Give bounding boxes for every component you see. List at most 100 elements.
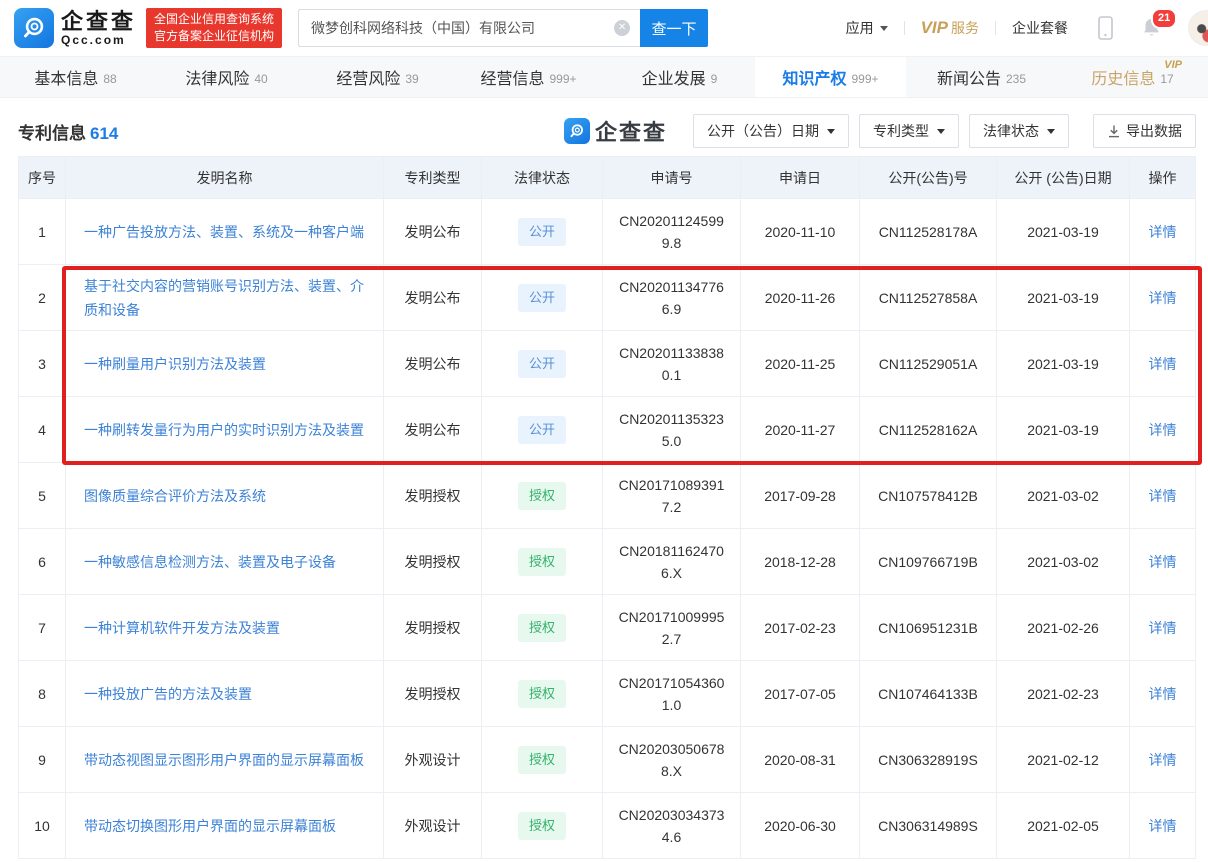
filter-patent-type[interactable]: 专利类型 <box>859 114 959 148</box>
detail-link[interactable]: 详情 <box>1149 551 1177 573</box>
header-patent-name: 发明名称 <box>66 157 384 198</box>
cell-publication-number: CN106951231B <box>860 595 997 660</box>
status-badge: 授权 <box>518 482 566 510</box>
detail-link[interactable]: 详情 <box>1149 815 1177 837</box>
nav-app-label: 应用 <box>846 18 874 38</box>
cell-index: 3 <box>19 331 66 396</box>
patent-name-link[interactable]: 带动态切换图形用户界面的显示屏幕面板 <box>66 793 384 858</box>
filter-publication-date[interactable]: 公开（公告）日期 <box>693 114 849 148</box>
patent-name-link[interactable]: 带动态视图显示图形用户界面的显示屏幕面板 <box>66 727 384 792</box>
patent-name-link[interactable]: 一种计算机软件开发方法及装置 <box>66 595 384 660</box>
qcc-watermark: 企查查 <box>564 115 667 147</box>
cell-index: 9 <box>19 727 66 792</box>
cell-application-date: 2017-09-28 <box>741 463 860 528</box>
cell-patent-type: 发明公布 <box>384 331 482 396</box>
cell-application-date: 2020-08-31 <box>741 727 860 792</box>
qcc-watermark-icon <box>564 118 590 144</box>
chevron-down-icon <box>827 129 835 134</box>
user-avatar[interactable] <box>1188 10 1208 46</box>
header-publication-date: 公开 (公告)日期 <box>997 157 1130 198</box>
cell-publication-date: 2021-02-23 <box>997 661 1130 726</box>
patent-name-link[interactable]: 图像质量综合评价方法及系统 <box>66 463 384 528</box>
table-row: 10 带动态切换图形用户界面的显示屏幕面板 外观设计 授权 CN20203034… <box>19 793 1195 859</box>
qcc-watermark-text: 企查查 <box>595 115 667 147</box>
cell-actions: 详情 <box>1130 397 1195 462</box>
search-button[interactable]: 查一下 <box>640 9 708 47</box>
table-row: 1 一种广告投放方法、装置、系统及一种客户端 发明公布 公开 CN2020112… <box>19 199 1195 265</box>
nav-vip-service[interactable]: VIP服务 <box>921 18 979 38</box>
top-nav: 应用 VIP服务 企业套餐 21 <box>846 10 1208 46</box>
tab-intellectual-property[interactable]: 知识产权999+ <box>755 57 906 97</box>
cell-legal-status: 公开 <box>482 199 603 264</box>
cell-publication-date: 2021-02-05 <box>997 793 1130 858</box>
cell-patent-type: 外观设计 <box>384 793 482 858</box>
status-badge: 授权 <box>518 680 566 708</box>
status-badge: 授权 <box>518 746 566 774</box>
nav-enterprise-package[interactable]: 企业套餐 <box>1012 18 1068 38</box>
header-publication-number: 公开(公告)号 <box>860 157 997 198</box>
detail-link[interactable]: 详情 <box>1149 353 1177 375</box>
status-badge: 公开 <box>518 350 566 378</box>
clear-icon[interactable]: ✕ <box>614 20 630 36</box>
nav-divider <box>995 21 996 35</box>
cell-actions: 详情 <box>1130 727 1195 792</box>
table-header-row: 序号 发明名称 专利类型 法律状态 申请号 申请日 公开(公告)号 公开 (公告… <box>19 157 1195 199</box>
cell-publication-number: CN109766719B <box>860 529 997 594</box>
table-row: 3 一种刷量用户识别方法及装置 发明公布 公开 CN202011338380.1… <box>19 331 1195 397</box>
cell-publication-number: CN306328919S <box>860 727 997 792</box>
tab-news-announcements[interactable]: 新闻公告235 <box>906 57 1057 97</box>
table-row: 4 一种刷转发量行为用户的实时识别方法及装置 发明公布 公开 CN2020113… <box>19 397 1195 463</box>
header-index: 序号 <box>19 157 66 198</box>
patent-name-link[interactable]: 一种刷转发量行为用户的实时识别方法及装置 <box>66 397 384 462</box>
notifications-bell[interactable]: 21 <box>1141 17 1162 39</box>
tab-basic-info[interactable]: 基本信息88 <box>0 57 151 97</box>
patent-name-link[interactable]: 一种投放广告的方法及装置 <box>66 661 384 726</box>
tab-operation-risk[interactable]: 经营风险39 <box>302 57 453 97</box>
status-badge: 公开 <box>518 416 566 444</box>
export-data-button[interactable]: 导出数据 <box>1093 114 1196 148</box>
detail-link[interactable]: 详情 <box>1149 683 1177 705</box>
detail-link[interactable]: 详情 <box>1149 485 1177 507</box>
cell-patent-type: 发明授权 <box>384 595 482 660</box>
detail-link[interactable]: 详情 <box>1149 221 1177 243</box>
vip-service-label: 服务 <box>951 18 979 38</box>
qcc-logo-text: 企查查 Qcc.com <box>61 10 136 47</box>
cell-index: 5 <box>19 463 66 528</box>
patent-name-link[interactable]: 一种刷量用户识别方法及装置 <box>66 331 384 396</box>
mobile-app-icon[interactable] <box>1098 16 1113 40</box>
nav-app-menu[interactable]: 应用 <box>846 18 888 38</box>
patent-name-link[interactable]: 一种广告投放方法、装置、系统及一种客户端 <box>66 199 384 264</box>
cell-actions: 详情 <box>1130 199 1195 264</box>
detail-link[interactable]: 详情 <box>1149 287 1177 309</box>
cell-application-number: CN202030506788.X <box>603 727 741 792</box>
section-header: 专利信息614 企查查 公开（公告）日期 专利类型 法律状态 导出数据 <box>18 108 1196 154</box>
cell-index: 8 <box>19 661 66 726</box>
cell-patent-type: 发明公布 <box>384 397 482 462</box>
patent-table-body: 1 一种广告投放方法、装置、系统及一种客户端 发明公布 公开 CN2020112… <box>19 199 1195 859</box>
nav-divider <box>904 21 905 35</box>
table-row: 7 一种计算机软件开发方法及装置 发明授权 授权 CN201710099952.… <box>19 595 1195 661</box>
filter-legal-status[interactable]: 法律状态 <box>969 114 1069 148</box>
header-application-date: 申请日 <box>741 157 860 198</box>
header-application-number: 申请号 <box>603 157 741 198</box>
tab-history-info[interactable]: VIP历史信息17 <box>1057 57 1208 97</box>
cell-index: 4 <box>19 397 66 462</box>
cell-actions: 详情 <box>1130 661 1195 726</box>
cell-application-number: CN202011245999.8 <box>603 199 741 264</box>
detail-link[interactable]: 详情 <box>1149 419 1177 441</box>
patent-table: 序号 发明名称 专利类型 法律状态 申请号 申请日 公开(公告)号 公开 (公告… <box>18 156 1196 859</box>
notification-count-badge: 21 <box>1151 8 1177 29</box>
cell-publication-number: CN112529051A <box>860 331 997 396</box>
detail-link[interactable]: 详情 <box>1149 749 1177 771</box>
company-tabs: 基本信息88 法律风险40 经营风险39 经营信息999+ 企业发展9 知识产权… <box>0 56 1208 98</box>
cell-legal-status: 公开 <box>482 331 603 396</box>
qcc-logo[interactable]: 企查查 Qcc.com <box>14 8 136 48</box>
patent-name-link[interactable]: 一种敏感信息检测方法、装置及电子设备 <box>66 529 384 594</box>
cell-patent-type: 发明授权 <box>384 463 482 528</box>
tab-legal-risk[interactable]: 法律风险40 <box>151 57 302 97</box>
detail-link[interactable]: 详情 <box>1149 617 1177 639</box>
tab-company-development[interactable]: 企业发展9 <box>604 57 755 97</box>
patent-name-link[interactable]: 基于社交内容的营销账号识别方法、装置、介质和设备 <box>66 265 384 330</box>
tab-operation-info[interactable]: 经营信息999+ <box>453 57 604 97</box>
search-input[interactable] <box>298 9 640 47</box>
